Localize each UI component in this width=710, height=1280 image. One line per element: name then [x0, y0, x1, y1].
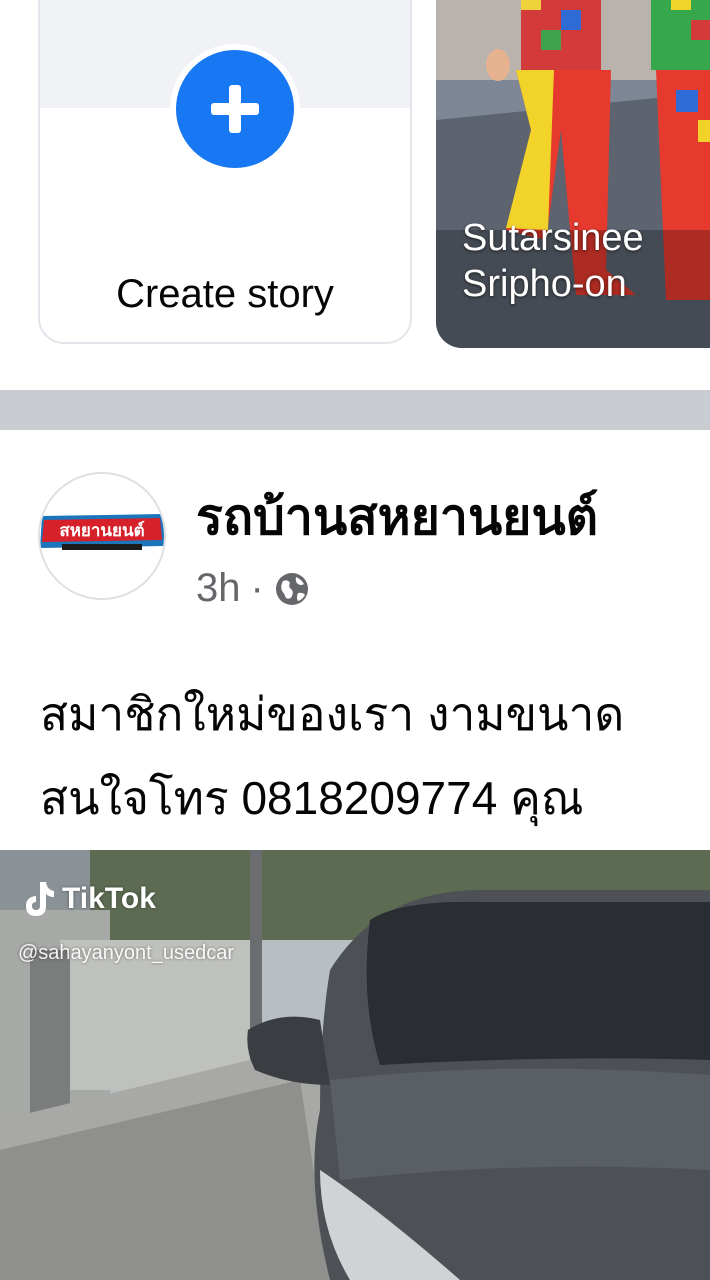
tiktok-icon [22, 880, 56, 918]
tiktok-label: TikTok [62, 882, 156, 915]
post-time[interactable]: 3h [196, 566, 241, 611]
feed-divider [0, 390, 710, 430]
meta-separator: · [250, 566, 264, 610]
story-author-name: Sutarsinee Sripho-on [462, 215, 644, 307]
tiktok-watermark: TikTok [22, 880, 156, 918]
post-meta: 3h · [196, 566, 310, 611]
page-avatar[interactable]: สหยานยนต์ [38, 472, 166, 600]
tiktok-handle: @sahayanyont_usedcar [18, 942, 234, 964]
story-author-first: Sutarsinee [462, 217, 644, 259]
create-story-label: Create story [116, 272, 334, 316]
plus-icon[interactable] [170, 44, 300, 174]
post-text-line: สมาชิกใหม่ของเรา งามขนาด [40, 688, 625, 740]
stories-row: Create story Sutarsinee Sripho-on [0, 0, 710, 390]
globe-icon [274, 571, 310, 607]
create-story-card[interactable]: Create story [38, 0, 412, 344]
logo-text: สหยานยนต์ [59, 520, 144, 541]
post-header: สหยานยนต์ รถบ้านสหยานยนต์ 3h · [0, 430, 710, 630]
story-author-last: Sripho-on [462, 263, 627, 305]
page-name[interactable]: รถบ้านสหยานยนต์ [196, 478, 598, 557]
post-text: สมาชิกใหม่ของเรา งามขนาด สนใจโทร 0818209… [40, 672, 710, 840]
post-text-line: สนใจโทร 0818209774 คุณ [40, 772, 584, 824]
story-card[interactable]: Sutarsinee Sripho-on [436, 0, 710, 348]
page-logo: สหยานยนต์ [40, 474, 164, 598]
